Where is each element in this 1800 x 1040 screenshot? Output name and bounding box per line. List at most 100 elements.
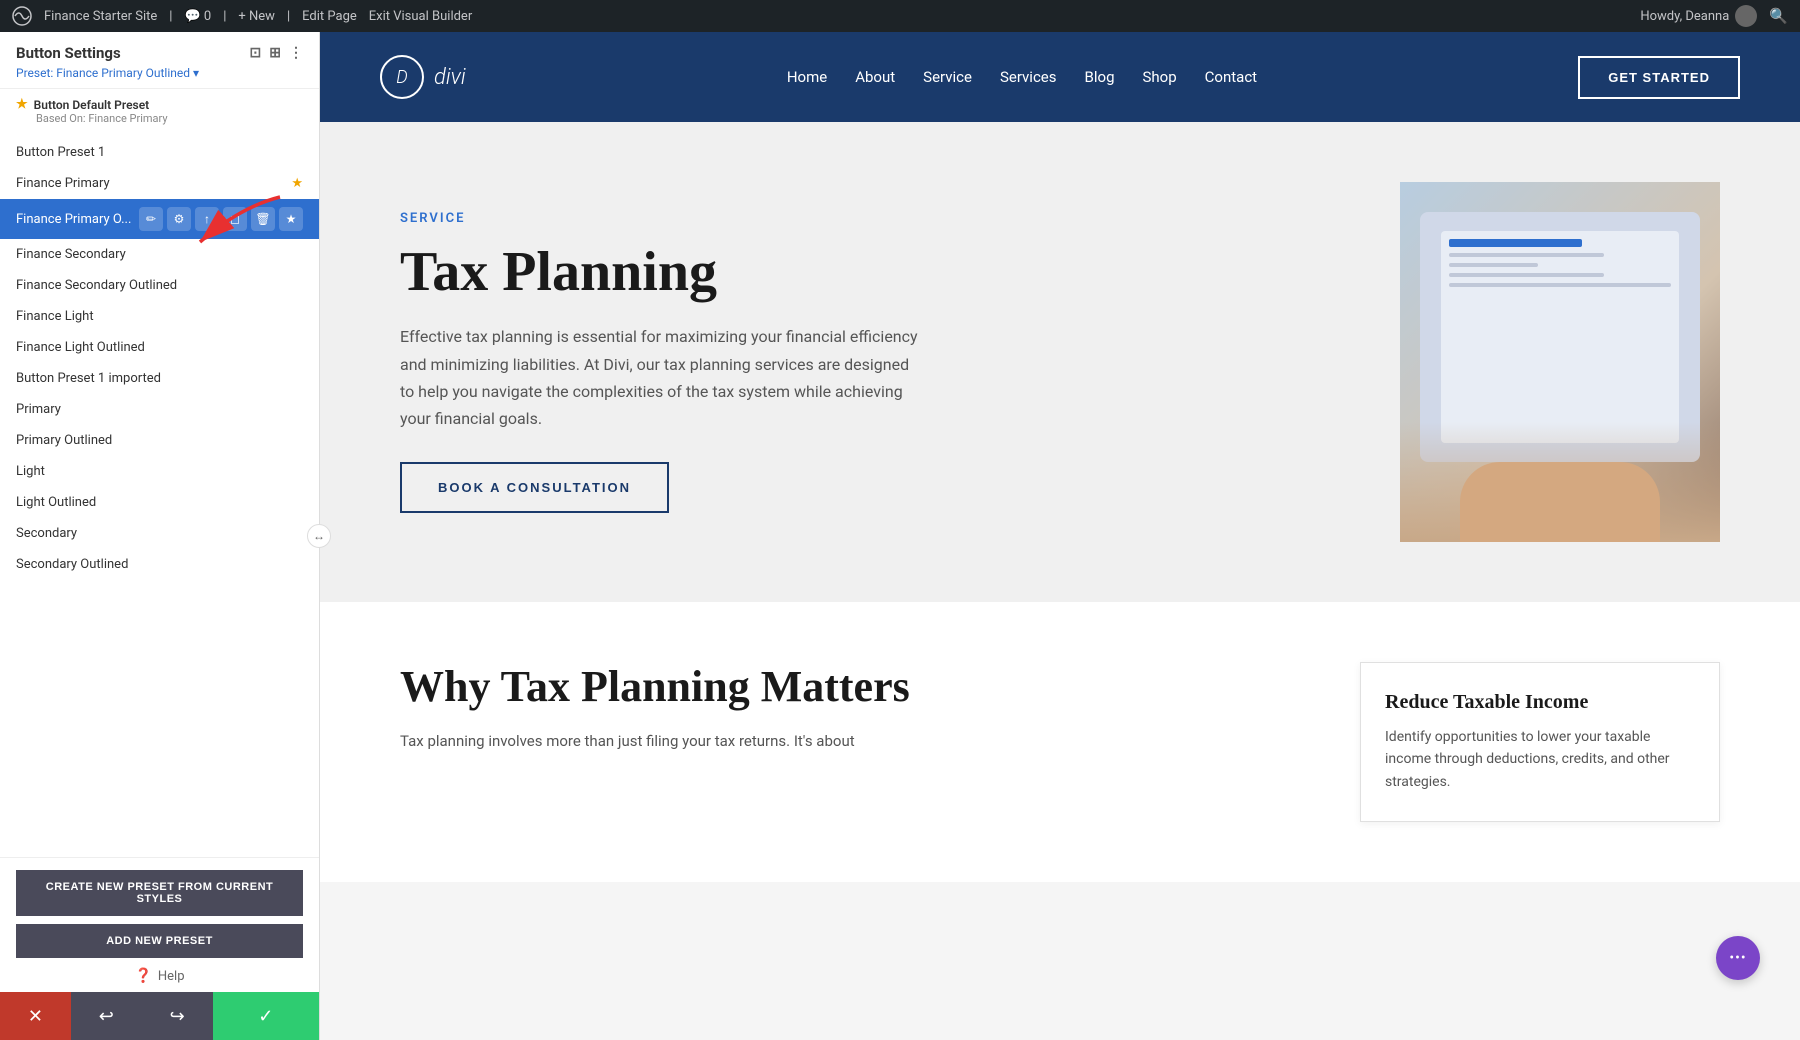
nav-service[interactable]: Service [923, 68, 972, 86]
float-icon: ••• [1729, 950, 1746, 966]
laptop-line-1 [1449, 253, 1604, 257]
preset-item-finance-primary-outlined[interactable]: Finance Primary O... ✏ ⚙ ↑ ◻ 🗑 ★ [0, 199, 319, 239]
preset-item-secondary[interactable]: Secondary [0, 518, 319, 549]
admin-new-link[interactable]: + New [238, 9, 275, 24]
panel-title-text: Button Settings [16, 44, 121, 62]
section-description: Tax planning involves more than just fil… [400, 729, 1300, 755]
panel-bottom: CREATE NEW PRESET FROM CURRENT STYLES AD… [0, 857, 319, 992]
hero-section: SERVICE Tax Planning Effective tax plann… [320, 122, 1800, 602]
panel-header-icons: ⊡ ⊞ ⋮ [250, 45, 303, 61]
admin-bar-right: Howdy, Deanna 🔍 [1640, 5, 1788, 27]
help-icon: ❓ [134, 968, 151, 984]
site-content: SERVICE Tax Planning Effective tax plann… [320, 122, 1800, 1040]
preset-item-finance-light-outlined[interactable]: Finance Light Outlined [0, 332, 319, 363]
info-card-title: Reduce Taxable Income [1385, 691, 1695, 714]
preset-section-header: ★ Button Default Preset Based On: Financ… [0, 89, 319, 129]
preset-item-light[interactable]: Light [0, 456, 319, 487]
wordpress-icon[interactable] [12, 6, 32, 26]
nav-blog[interactable]: Blog [1085, 68, 1115, 86]
hero-image [1400, 182, 1720, 542]
logo-text: divi [434, 65, 466, 90]
hands-shape [1460, 462, 1660, 542]
panel-icon-columns[interactable]: ⊡ [250, 45, 262, 61]
preset-item-finance-light[interactable]: Finance Light [0, 301, 319, 332]
preset-item-finance-primary[interactable]: Finance Primary ★ [0, 168, 319, 199]
help-link[interactable]: ❓ Help [16, 968, 303, 984]
panel-title-row: Button Settings ⊡ ⊞ ⋮ [16, 44, 303, 62]
help-label: Help [158, 969, 185, 984]
preset-item-button-preset-1-imported[interactable]: Button Preset 1 imported [0, 363, 319, 394]
laptop-line-4 [1449, 283, 1671, 287]
panel-icon-grid[interactable]: ⊞ [269, 45, 281, 61]
save-button[interactable]: ✓ [213, 992, 319, 1040]
main-wrapper: Button Settings ⊡ ⊞ ⋮ Preset: Finance Pr… [0, 32, 1800, 1040]
add-preset-button[interactable]: ADD NEW PRESET [16, 924, 303, 958]
laptop-line-2 [1449, 263, 1538, 267]
section-text: Why Tax Planning Matters Tax planning in… [400, 662, 1300, 754]
laptop-screen [1441, 231, 1679, 444]
laptop-line-3 [1449, 273, 1604, 277]
logo-circle: D [380, 55, 424, 99]
preset-actions: ✏ ⚙ ↑ ◻ 🗑 ★ [139, 207, 303, 231]
resize-handle[interactable]: ↔ [307, 524, 331, 548]
admin-edit-link[interactable]: Edit Page [302, 9, 357, 24]
panel-subtitle[interactable]: Preset: Finance Primary Outlined ▾ [16, 66, 303, 80]
preset-action-star[interactable]: ★ [279, 207, 303, 231]
admin-search-icon[interactable]: 🔍 [1769, 7, 1788, 25]
hero-cta-button[interactable]: BOOK A CONSULTATION [400, 462, 669, 513]
preset-action-export[interactable]: ↑ [195, 207, 219, 231]
preset-default-label: Button Default Preset [34, 98, 150, 112]
preset-item-finance-secondary-outlined[interactable]: Finance Secondary Outlined [0, 270, 319, 301]
preset-item-primary[interactable]: Primary [0, 394, 319, 425]
nav-contact[interactable]: Contact [1205, 68, 1257, 86]
preset-action-delete[interactable]: 🗑 [251, 207, 275, 231]
hero-description: Effective tax planning is essential for … [400, 323, 920, 432]
section-title: Why Tax Planning Matters [400, 662, 1300, 713]
preset-star-finance-primary: ★ [291, 176, 303, 191]
admin-comments-icon[interactable]: 💬 0 [184, 9, 211, 24]
preset-action-copy[interactable]: ◻ [223, 207, 247, 231]
preset-action-settings[interactable]: ⚙ [167, 207, 191, 231]
admin-avatar [1735, 5, 1757, 27]
hands-visual [1400, 422, 1720, 542]
site-header: D divi Home About Service Services Blog … [320, 32, 1800, 122]
website-preview: D divi Home About Service Services Blog … [320, 32, 1800, 1040]
hero-title: Tax Planning [400, 242, 1340, 304]
panel-icon-more[interactable]: ⋮ [289, 45, 303, 61]
preset-section-label: ★ Button Default Preset [16, 97, 303, 112]
undo-button[interactable]: ↩ [71, 992, 142, 1040]
nav-shop[interactable]: Shop [1143, 68, 1177, 86]
hero-image-inner [1400, 182, 1720, 542]
preset-item-button-preset-1[interactable]: Button Preset 1 [0, 137, 319, 168]
nav-cta-button[interactable]: GET STARTED [1578, 56, 1740, 99]
redo-button[interactable]: ↪ [142, 992, 213, 1040]
site-logo: D divi [380, 55, 466, 99]
admin-exit-link[interactable]: Exit Visual Builder [369, 9, 472, 24]
preset-based-on: Based On: Finance Primary [36, 112, 303, 125]
info-card-description: Identify opportunities to lower your tax… [1385, 726, 1695, 793]
admin-site-name[interactable]: Finance Starter Site [44, 9, 157, 24]
second-section: Why Tax Planning Matters Tax planning in… [320, 602, 1800, 882]
laptop-bar [1449, 239, 1582, 247]
nav-about[interactable]: About [855, 68, 895, 86]
preset-item-light-outlined[interactable]: Light Outlined [0, 487, 319, 518]
preset-item-secondary-outlined[interactable]: Secondary Outlined [0, 549, 319, 580]
hero-category: SERVICE [400, 211, 1340, 226]
left-panel: Button Settings ⊡ ⊞ ⋮ Preset: Finance Pr… [0, 32, 320, 1040]
admin-bar-left: Finance Starter Site | 💬 0 | + New | Edi… [12, 6, 1624, 26]
hero-text: SERVICE Tax Planning Effective tax plann… [400, 211, 1340, 513]
admin-bar: Finance Starter Site | 💬 0 | + New | Edi… [0, 0, 1800, 32]
float-action-button[interactable]: ••• [1716, 936, 1760, 980]
panel-bottom-bar: ✕ ↩ ↪ ✓ [0, 992, 319, 1040]
cancel-button[interactable]: ✕ [0, 992, 71, 1040]
preset-item-primary-outlined[interactable]: Primary Outlined [0, 425, 319, 456]
nav-services[interactable]: Services [1000, 68, 1057, 86]
preset-list: Button Preset 1 Finance Primary ★ Financ… [0, 129, 319, 857]
preset-action-edit[interactable]: ✏ [139, 207, 163, 231]
panel-header: Button Settings ⊡ ⊞ ⋮ Preset: Finance Pr… [0, 32, 319, 89]
info-card: Reduce Taxable Income Identify opportuni… [1360, 662, 1720, 822]
site-nav: Home About Service Services Blog Shop Co… [787, 68, 1257, 86]
nav-home[interactable]: Home [787, 68, 827, 86]
preset-item-finance-secondary[interactable]: Finance Secondary [0, 239, 319, 270]
create-preset-button[interactable]: CREATE NEW PRESET FROM CURRENT STYLES [16, 870, 303, 916]
